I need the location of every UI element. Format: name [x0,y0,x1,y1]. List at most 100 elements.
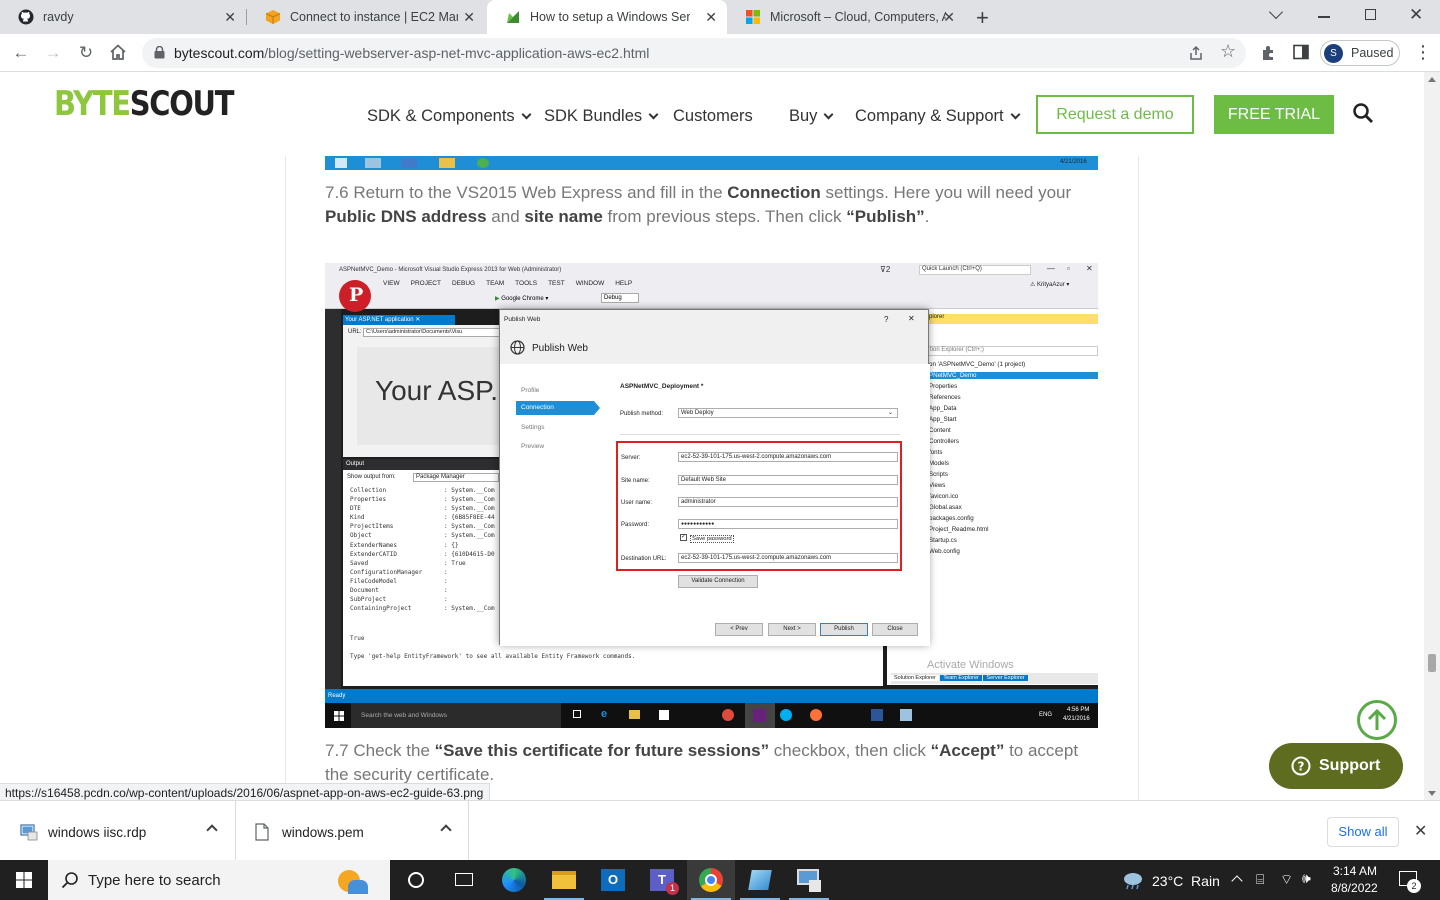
profile-name: ASPNetMVC_Deployment * [620,383,704,390]
cortana-icon[interactable] [392,860,440,900]
home-icon[interactable] [109,43,127,61]
tab-bytescout[interactable]: How to setup a Windows Server ✕ [487,0,727,34]
output-line: DTE: System.__Com [350,505,495,513]
show-all-downloads-button[interactable]: Show all [1327,817,1399,847]
file-explorer-taskbar-icon[interactable] [540,860,588,900]
wifi-icon[interactable]: ⌔ [1280,871,1293,889]
output-line: Collection: System.__Com [350,487,495,494]
browser-preview: URL: C:\Users\administrator\Documents\Vi… [343,325,503,457]
solution-item: Views [929,482,946,489]
address-bar[interactable]: bytescout.com/blog/setting-webserver-asp… [142,38,1246,68]
nav-sdk-bundles[interactable]: SDK Bundles [544,107,659,126]
scrollbar-thumb[interactable] [1428,654,1436,672]
dialog-header: Publish Web [532,343,588,354]
taskbar-search-box[interactable]: Type here to search [48,860,390,900]
vm-windows-icon [334,711,344,721]
solution-item: Startup.cs [929,537,957,544]
chevron-up-icon[interactable] [206,824,218,836]
previous-screenshot-date: 4/21/2016 [1060,159,1087,165]
chevron-down-icon [521,109,532,120]
windows-start-icon[interactable] [16,872,32,888]
new-tab-icon[interactable]: + [976,5,989,31]
lock-icon[interactable] [154,46,165,59]
activate-windows-watermark: Activate Windows [927,659,1014,671]
window-close-icon[interactable]: ✕ [1409,5,1423,25]
forward-icon[interactable]: → [42,42,64,64]
search-icon[interactable] [1352,102,1374,124]
scroll-to-top-button[interactable] [1357,700,1397,740]
minimize-icon[interactable] [1318,16,1330,18]
support-button[interactable]: ? Support [1269,743,1403,789]
bookmark-star-icon[interactable]: ☆ [1220,41,1236,62]
help-circle-icon: ? [1291,756,1311,776]
solution-item: Properties [929,383,958,390]
windows-taskbar: Type here to search O T1 23°C Rain ⌸ ⌔ 🕪… [0,860,1440,900]
nav-sdk-components[interactable]: SDK & Components [367,107,532,126]
volume-icon[interactable]: 🕪 [1302,870,1311,887]
search-icon [61,872,78,889]
nav-company-support[interactable]: Company & Support [855,107,1021,126]
publish-method-select: Web Deploy ⌄ [678,408,898,418]
tab-microsoft[interactable]: Microsoft – Cloud, Computers, Apps ✕ [727,0,965,34]
download-item-pem[interactable]: windows.pem [237,801,469,861]
tab-title: How to setup a Windows Server [530,10,690,24]
webpage: 4/21/2016 7.6 Return to the VS2015 Web E… [0,72,1424,800]
solution-item: App_Start [929,416,957,423]
page-scrollbar[interactable] [1424,72,1440,800]
chevron-down-icon [1010,109,1021,120]
close-tab-icon[interactable]: ✕ [463,9,475,26]
weather-rain-icon[interactable] [1121,870,1145,890]
close-tab-icon[interactable]: ✕ [224,9,236,26]
tray-overflow-chevron-icon[interactable] [1231,875,1243,887]
edge-taskbar-icon[interactable] [490,860,538,900]
teams-taskbar-icon[interactable]: T1 [638,860,686,900]
clock-date[interactable]: 8/8/2022 [1331,881,1378,895]
tab-ec2[interactable]: Connect to instance | EC2 Management ✕ [247,0,485,34]
output-line: ExtenderCATID: {610D4615-D0 [350,550,495,558]
request-demo-button[interactable]: Request a demo [1036,95,1194,134]
outlook-taskbar-icon[interactable]: O [589,860,637,900]
reload-icon[interactable]: ↻ [75,42,97,64]
output-line: Properties: System.__Com [350,496,495,504]
close-downloads-icon[interactable]: ✕ [1414,821,1427,841]
back-icon[interactable]: ← [10,42,32,64]
output-line: ProjectItems: System.__Com [350,523,495,531]
pinterest-save-button[interactable]: P [339,280,371,312]
close-tab-icon[interactable]: ✕ [705,9,717,26]
arrow-up-icon [1367,708,1387,730]
task-view-icon[interactable] [440,860,488,900]
tab-github[interactable]: ravdy ✕ [0,0,246,34]
prev-button: < Prev [715,623,763,636]
profile-paused-button[interactable]: S Paused [1320,40,1400,66]
solution-item: favicon.ico [929,493,959,500]
taskbar-search-placeholder: Type here to search [88,872,221,889]
step-preview: Preview [521,443,545,450]
tab-title: Connect to instance | EC2 Management [290,10,458,24]
weather-text[interactable]: 23°C Rain [1152,873,1220,889]
tab-search-chevron-icon[interactable] [1268,4,1284,20]
solution-item: Controllers [929,438,959,445]
more-menu-icon[interactable]: ⋮ [1414,42,1432,63]
side-panel-icon[interactable] [1293,44,1309,60]
download-item-rdp[interactable]: windows iisc.rdp [0,801,236,861]
tutorial-screenshot[interactable]: ASPNetMVC_Demo - Microsoft Visual Studio… [325,263,1098,728]
asp-heading: Your ASP. [375,375,499,406]
remote-desktop-taskbar-icon[interactable] [785,860,833,900]
output-line: Object: System.__Com [350,532,495,540]
free-trial-button[interactable]: FREE TRIAL [1214,95,1334,134]
share-icon[interactable] [1188,45,1204,61]
nav-customers[interactable]: Customers [673,107,753,126]
restore-icon[interactable] [1365,9,1376,20]
chrome-taskbar-icon[interactable] [687,860,735,900]
quick-launch-input: Quick Launch (Ctrl+Q) [919,265,1031,275]
site-header: BYTESCOUT SDK & Components SDK Bundles C… [0,72,1424,156]
nav-buy[interactable]: Buy [789,107,834,126]
close-tab-icon[interactable]: ✕ [943,9,955,26]
notepad-taskbar-icon[interactable] [736,860,784,900]
chevron-up-icon[interactable] [440,824,452,836]
extensions-puzzle-icon[interactable] [1260,44,1278,62]
step-connection-active: Connection [516,401,594,415]
bytescout-logo[interactable]: BYTESCOUT [54,84,234,124]
network-icon[interactable]: ⌸ [1256,871,1264,888]
clock-time[interactable]: 3:14 AM [1333,864,1377,878]
